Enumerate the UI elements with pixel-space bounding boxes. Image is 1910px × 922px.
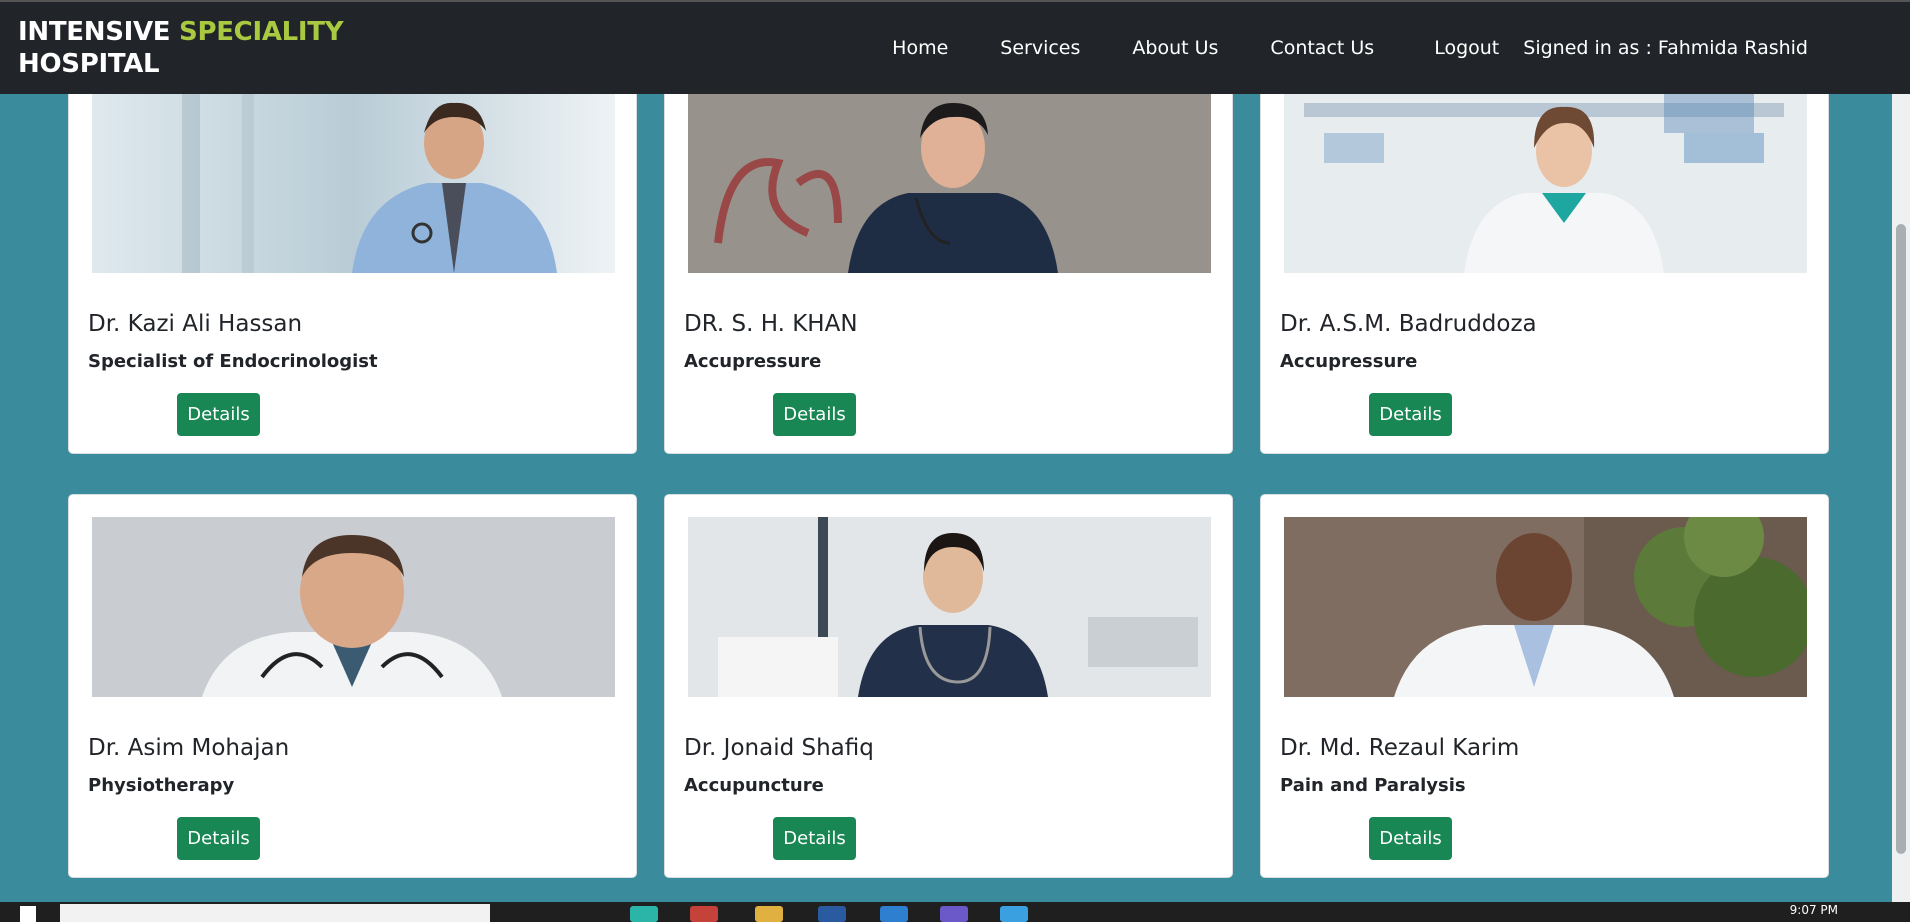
doctor-photo bbox=[688, 517, 1211, 697]
doctor-photo bbox=[688, 93, 1211, 273]
signed-in-status: Signed in as : Fahmida Rashid bbox=[1523, 37, 1808, 59]
doctor-card: Dr. A.S.M. Badruddoza Accupressure Detai… bbox=[1260, 70, 1829, 454]
windows-start-icon[interactable] bbox=[20, 906, 36, 922]
browser-app-icon[interactable] bbox=[690, 906, 718, 922]
doctor-specialty: Pain and Paralysis bbox=[1280, 775, 1466, 796]
details-button[interactable]: Details bbox=[177, 817, 260, 860]
taskbar-search-box[interactable] bbox=[60, 904, 490, 922]
nav-link-about-us[interactable]: About Us bbox=[1132, 37, 1218, 59]
details-button[interactable]: Details bbox=[773, 393, 856, 436]
doctor-name: Dr. Jonaid Shafiq bbox=[684, 735, 874, 761]
doctor-photo bbox=[1284, 517, 1807, 697]
nav-link-home[interactable]: Home bbox=[892, 37, 948, 59]
doctor-card: Dr. Md. Rezaul Karim Pain and Paralysis … bbox=[1260, 494, 1829, 878]
doctor-photo bbox=[92, 517, 615, 697]
doctor-specialty: Specialist of Endocrinologist bbox=[88, 351, 378, 372]
details-button[interactable]: Details bbox=[1369, 817, 1452, 860]
doctor-card: Dr. Kazi Ali Hassan Specialist of Endocr… bbox=[68, 70, 637, 454]
brand-word-intensive: INTENSIVE bbox=[18, 17, 180, 47]
doctor-name: Dr. Md. Rezaul Karim bbox=[1280, 735, 1520, 761]
doctor-name: Dr. A.S.M. Badruddoza bbox=[1280, 311, 1537, 337]
chrome-icon[interactable] bbox=[630, 906, 658, 922]
nav-menu: Home Services About Us Contact Us Logout… bbox=[892, 2, 1808, 94]
nav-link-contact-us[interactable]: Contact Us bbox=[1270, 37, 1374, 59]
taskbar-clock: 9:07 PM bbox=[1789, 903, 1838, 917]
teams-icon[interactable] bbox=[940, 906, 968, 922]
brand-word-speciality: SPECIALITY bbox=[179, 17, 344, 47]
doctor-name: Dr. Asim Mohajan bbox=[88, 735, 290, 761]
doctor-photo bbox=[92, 93, 615, 273]
app-icon[interactable] bbox=[818, 906, 846, 922]
brand-logo[interactable]: INTENSIVE SPECIALITY HOSPITAL bbox=[18, 16, 344, 80]
doctor-specialty: Physiotherapy bbox=[88, 775, 235, 796]
doctor-name: DR. S. H. KHAN bbox=[684, 311, 858, 337]
brand-word-hospital: HOSPITAL bbox=[18, 49, 160, 79]
doctor-card: Dr. Jonaid Shafiq Accupuncture Details bbox=[664, 494, 1233, 878]
doctor-card: DR. S. H. KHAN Accupressure Details bbox=[664, 70, 1233, 454]
details-button[interactable]: Details bbox=[177, 393, 260, 436]
doctor-specialty: Accupressure bbox=[1280, 351, 1418, 372]
details-button[interactable]: Details bbox=[1369, 393, 1452, 436]
doctor-specialty: Accupressure bbox=[684, 351, 822, 372]
os-taskbar: 9:07 PM bbox=[0, 902, 1910, 922]
details-button[interactable]: Details bbox=[773, 817, 856, 860]
store-icon[interactable] bbox=[1000, 906, 1028, 922]
file-explorer-icon[interactable] bbox=[755, 906, 783, 922]
vertical-scrollbar[interactable] bbox=[1892, 94, 1910, 902]
logout-link[interactable]: Logout bbox=[1434, 37, 1499, 59]
vscode-icon[interactable] bbox=[880, 906, 908, 922]
doctor-specialty: Accupuncture bbox=[684, 775, 824, 796]
scrollbar-thumb[interactable] bbox=[1896, 224, 1906, 854]
doctor-card: Dr. Asim Mohajan Physiotherapy Details bbox=[68, 494, 637, 878]
nav-link-services[interactable]: Services bbox=[1000, 37, 1080, 59]
doctor-name: Dr. Kazi Ali Hassan bbox=[88, 311, 303, 337]
doctor-photo bbox=[1284, 93, 1807, 273]
top-navbar: INTENSIVE SPECIALITY HOSPITAL Home Servi… bbox=[0, 0, 1910, 94]
